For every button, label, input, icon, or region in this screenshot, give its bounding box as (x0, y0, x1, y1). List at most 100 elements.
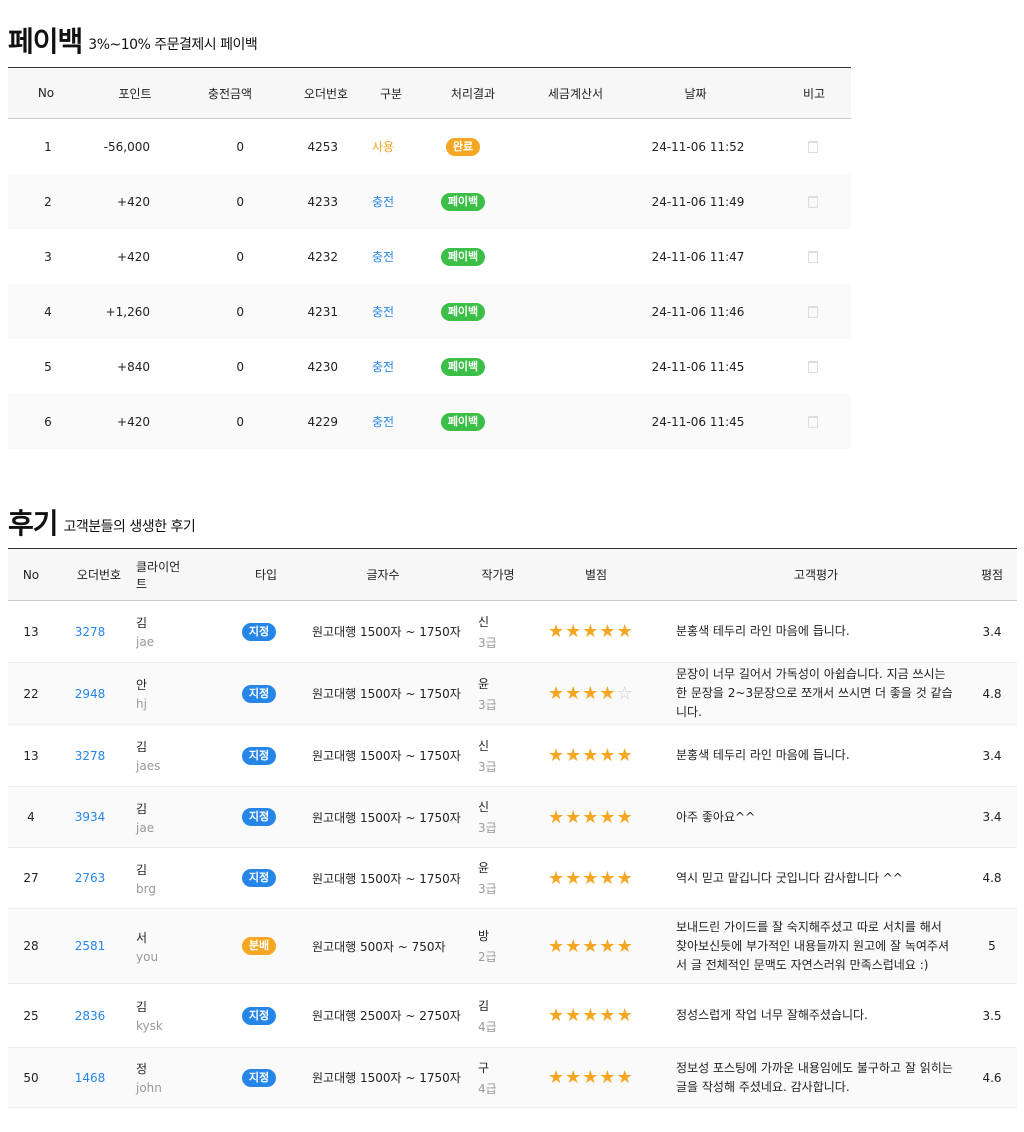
review-subtitle: 고객분들의 생생한 후기 (63, 519, 196, 535)
review-cell: 4.8 (972, 663, 1012, 724)
star-filled-icon: ★ (616, 745, 634, 766)
review-length: 원고대행 1500자 ~ 1750자 (312, 749, 461, 763)
trash-icon[interactable] (808, 305, 818, 318)
payback-cell-no: 2 (8, 174, 88, 229)
trash-icon[interactable] (808, 250, 818, 263)
trash-icon[interactable] (808, 415, 818, 428)
review-type-badge: 지정 (241, 684, 277, 703)
payback-cell-date: 24-11-06 11:45 (638, 339, 758, 394)
payback-subtitle: 3%~10% 주문결제시 페이백 (88, 37, 258, 53)
star-filled-icon: ★ (565, 1005, 583, 1026)
review-order-link[interactable]: 3934 (75, 810, 106, 824)
payback-row: 1 -56,000 0 4253 사용 완료 24-11-06 11:52 (8, 119, 851, 174)
review-cell: 2836 (60, 984, 120, 1047)
star-filled-icon: ★ (582, 867, 600, 889)
payback-row: 3 +420 0 4232 충전 페이백 24-11-06 11:47 (8, 229, 851, 284)
review-comment: 분홍색 테두리 라인 마음에 듭니다. (676, 748, 850, 762)
review-order-link[interactable]: 3278 (75, 749, 106, 763)
review-cell: 정 john (136, 1048, 216, 1107)
review-no: 4 (27, 810, 35, 824)
review-cell: 윤 3급 (478, 848, 538, 908)
trash-icon[interactable] (808, 140, 818, 153)
payback-table-body: 1 -56,000 0 4253 사용 완료 24-11-06 11:52 2 +420 0 423… (8, 119, 851, 449)
payback-cell-trash (788, 174, 838, 229)
star-filled-icon: ★ (582, 1005, 600, 1026)
payback-date: 24-11-06 11:45 (651, 414, 745, 429)
review-order-link[interactable]: 2836 (75, 1009, 106, 1023)
payback-col-header: 포인트 (118, 86, 152, 101)
review-col-header: 평점 (980, 568, 1004, 582)
review-client-name: 김 (136, 740, 148, 754)
review-comment: 정성스럽게 작업 너무 잘해주셨습니다. (676, 1008, 868, 1022)
review-order-link[interactable]: 2948 (75, 687, 106, 701)
payback-type: 충전 (371, 250, 395, 264)
review-length: 원고대행 1500자 ~ 1750자 (312, 810, 461, 825)
payback-cell-tax (518, 394, 633, 449)
payback-type: 충전 (371, 195, 395, 209)
review-cell: 지정 (236, 848, 282, 908)
review-stars: ★★★★★ (548, 936, 634, 957)
review-order-link[interactable]: 2763 (75, 871, 106, 885)
star-filled-icon: ★ (616, 1005, 634, 1026)
review-col-header: 고객평가 (793, 568, 839, 582)
payback-cell-date: 24-11-06 11:46 (638, 284, 758, 339)
star-filled-icon: ★ (548, 1067, 566, 1088)
trash-icon[interactable] (808, 195, 818, 208)
review-client-id: brg (136, 881, 156, 896)
review-order-link[interactable]: 3278 (75, 625, 106, 639)
review-cell: ★★★★★ (548, 909, 658, 983)
review-cell: 원고대행 1500자 ~ 1750자 (312, 725, 462, 786)
payback-point: +1,260 (105, 304, 150, 319)
payback-cell-tax (518, 284, 633, 339)
payback-cell-trash (788, 229, 838, 284)
review-stars: ★★★★★ (548, 807, 634, 828)
payback-status-badge: 페이백 (440, 302, 486, 321)
review-client-name: 김 (136, 1000, 148, 1014)
payback-cell-trash (788, 394, 838, 449)
payback-cell-no: 5 (8, 339, 88, 394)
review-no: 22 (23, 686, 39, 701)
review-cell: 3.5 (972, 984, 1012, 1047)
review-cell: 원고대행 1500자 ~ 1750자 (312, 848, 462, 908)
trash-icon[interactable] (808, 360, 818, 373)
review-comment: 문장이 너무 길어서 가독성이 아쉽습니다. 지금 쓰시는 한 문장을 2~3문… (676, 667, 953, 719)
review-table-header: No 오더번호 클라이언트 타입 글자수 작가명 별점 고객평가 평점 (8, 548, 1017, 601)
review-cell: 5 (972, 909, 1012, 983)
payback-cell-type: 충전 (358, 229, 408, 284)
payback-no: 5 (44, 359, 52, 374)
review-cell: 25 (8, 984, 54, 1047)
review-type-badge: 분배 (241, 937, 277, 955)
review-cell: 2763 (60, 848, 120, 908)
review-cell: 4 (8, 787, 54, 847)
payback-section-header: 페이백 3%~10% 주문결제시 페이백 (8, 28, 258, 56)
payback-order: 4229 (307, 414, 338, 429)
review-order-link[interactable]: 2581 (75, 939, 106, 953)
payback-cell-charge: 0 (150, 229, 244, 284)
payback-cell-tax (518, 174, 633, 229)
payback-cell-charge: 0 (150, 284, 244, 339)
payback-col-header: 오더번호 (303, 86, 349, 101)
payback-cell-tax (518, 229, 633, 284)
review-cell: 지정 (236, 663, 282, 724)
review-cell: 윤 3급 (478, 663, 538, 724)
payback-no: 3 (44, 249, 52, 264)
payback-cell-charge: 0 (150, 174, 244, 229)
payback-cell-order: 4232 (244, 229, 338, 284)
payback-charge: 0 (236, 249, 244, 264)
payback-charge: 0 (236, 304, 244, 319)
payback-cell-result: 페이백 (428, 339, 498, 394)
payback-row: 2 +420 0 4233 충전 페이백 24-11-06 11:49 (8, 174, 851, 229)
review-cell: 정보성 포스팅에 가까운 내용임에도 불구하고 잘 읽히는 글을 작성해 주셨네… (676, 1048, 966, 1107)
review-writer-name: 김 (478, 998, 490, 1013)
review-client-id: jae (136, 820, 155, 835)
review-order-link[interactable]: 1468 (75, 1071, 106, 1085)
payback-col-header: No (37, 86, 55, 100)
review-cell: 분홍색 테두리 라인 마음에 듭니다. (676, 601, 966, 662)
review-client-name: 안 (136, 678, 148, 692)
review-cell: ★★★★★ (548, 601, 658, 662)
payback-cell-date: 24-11-06 11:47 (638, 229, 758, 284)
payback-cell-point: +420 (88, 229, 150, 284)
review-type-badge: 지정 (241, 746, 277, 765)
review-length: 원고대행 1500자 ~ 1750자 (312, 871, 461, 886)
payback-cell-point: +420 (88, 394, 150, 449)
